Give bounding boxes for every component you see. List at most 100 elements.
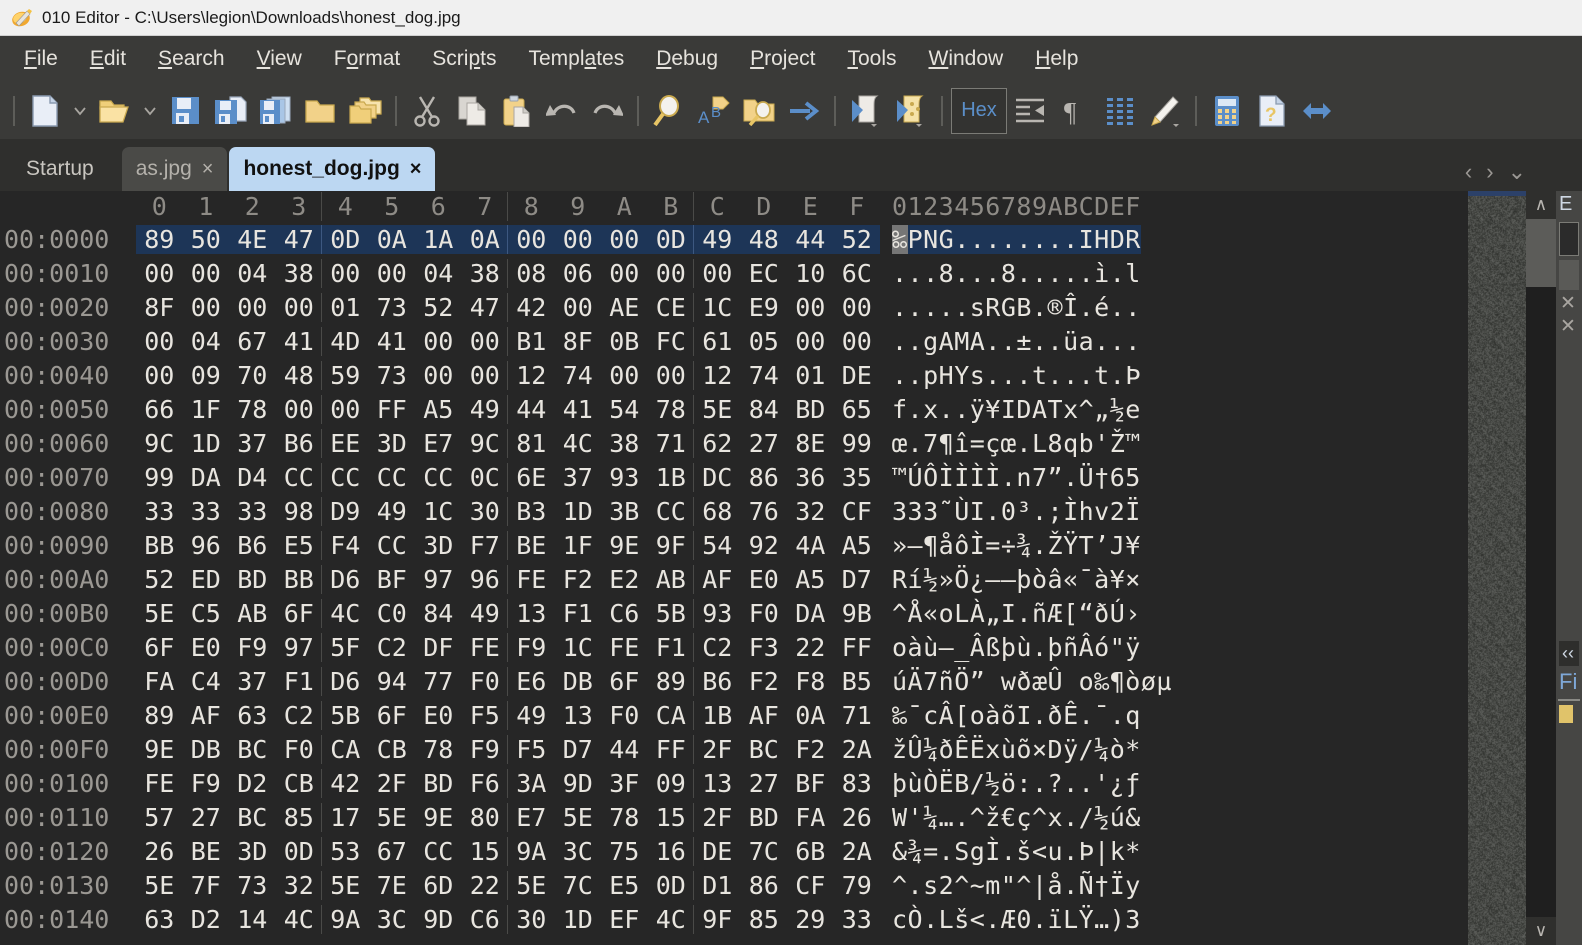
- hex-row[interactable]: 00:00F0 9E DB BC F0 CA CB 78 F9 F5 D7 44 FF 2F BC F2 2A ž…: [0, 732, 1466, 766]
- hex-byte[interactable]: 15: [462, 837, 509, 866]
- hex-byte[interactable]: 5E: [508, 871, 555, 900]
- row-ascii[interactable]: žÛ¼ðÊËxùõ×Dÿ/¼ò*: [892, 735, 1141, 764]
- hex-byte[interactable]: 09: [648, 769, 695, 798]
- hex-byte[interactable]: CC: [415, 837, 462, 866]
- hex-byte[interactable]: 80: [462, 803, 509, 832]
- hex-byte[interactable]: D7: [834, 565, 881, 594]
- hex-byte[interactable]: F0: [276, 735, 323, 764]
- hex-byte[interactable]: 89: [136, 225, 183, 254]
- hex-byte[interactable]: 00: [415, 327, 462, 356]
- hex-byte[interactable]: F1: [555, 599, 602, 628]
- hex-byte[interactable]: 5B: [648, 599, 695, 628]
- hex-byte[interactable]: FE: [508, 565, 555, 594]
- hex-byte[interactable]: A5: [415, 395, 462, 424]
- hex-byte[interactable]: 04: [415, 259, 462, 288]
- hex-row[interactable]: 00:0090 BB 96 B6 E5 F4 CC 3D F7 BE 1F 9E 9F 54 92 4A A5 »…: [0, 528, 1466, 562]
- columns-icon[interactable]: [1098, 88, 1142, 134]
- replace-icon[interactable]: AB: [692, 88, 736, 134]
- hex-byte[interactable]: 38: [276, 259, 323, 288]
- hex-byte[interactable]: F2: [555, 565, 602, 594]
- hex-byte[interactable]: CE: [648, 293, 695, 322]
- menu-tools[interactable]: Tools: [833, 43, 910, 75]
- hex-row-list[interactable]: 00:0000 89 50 4E 47 0D 0A 1A 0A 00 00 00 0D 49 48 44 52 ‰…: [0, 222, 1466, 936]
- hex-byte[interactable]: BD: [229, 565, 276, 594]
- hex-byte[interactable]: AB: [648, 565, 695, 594]
- hex-byte[interactable]: 9E: [415, 803, 462, 832]
- hex-byte[interactable]: E7: [415, 429, 462, 458]
- hex-byte[interactable]: 44: [601, 735, 648, 764]
- hex-byte[interactable]: 57: [136, 803, 183, 832]
- right-dock-field-secondary[interactable]: [1559, 260, 1579, 290]
- run-template-icon[interactable]: [889, 88, 933, 134]
- hex-byte[interactable]: BE: [508, 531, 555, 560]
- hex-byte[interactable]: 99: [136, 463, 183, 492]
- hex-byte[interactable]: F7: [462, 531, 509, 560]
- hex-byte[interactable]: 5E: [136, 599, 183, 628]
- hex-byte[interactable]: 22: [787, 633, 834, 662]
- hex-byte[interactable]: 1F: [555, 531, 602, 560]
- hex-byte[interactable]: 6E: [508, 463, 555, 492]
- hex-byte[interactable]: 71: [834, 701, 881, 730]
- copy-icon[interactable]: [450, 88, 494, 134]
- hex-byte[interactable]: F0: [601, 701, 648, 730]
- hex-byte[interactable]: F8: [787, 667, 834, 696]
- hex-byte[interactable]: 93: [694, 599, 741, 628]
- find-in-files-icon[interactable]: [737, 88, 781, 134]
- row-bytes[interactable]: 9E DB BC F0 CA CB 78 F9 F5 D7 44 FF 2F BC F2 2A: [136, 734, 881, 764]
- hex-byte[interactable]: 8F: [136, 293, 183, 322]
- hex-byte[interactable]: 3A: [508, 769, 555, 798]
- hex-byte[interactable]: 41: [555, 395, 602, 424]
- hex-byte[interactable]: 62: [694, 429, 741, 458]
- open-folder-icon[interactable]: [298, 88, 342, 134]
- hex-byte[interactable]: 00: [322, 259, 369, 288]
- hex-byte[interactable]: 00: [648, 361, 695, 390]
- undo-icon[interactable]: [540, 88, 584, 134]
- hex-byte[interactable]: 0B: [601, 327, 648, 356]
- row-ascii[interactable]: ‰PNG........IHDR: [892, 224, 1141, 254]
- hex-byte[interactable]: 41: [276, 327, 323, 356]
- hex-byte[interactable]: C2: [276, 701, 323, 730]
- hex-byte[interactable]: FE: [601, 633, 648, 662]
- row-bytes[interactable]: FE F9 D2 CB 42 2F BD F6 3A 9D 3F 09 13 27 BF 83: [136, 768, 880, 798]
- hex-byte[interactable]: 54: [601, 395, 648, 424]
- hex-byte[interactable]: 79: [834, 871, 881, 900]
- hex-byte[interactable]: 41: [369, 327, 416, 356]
- scrollbar-thumb[interactable]: [1526, 219, 1556, 287]
- hex-byte[interactable]: 00: [462, 327, 509, 356]
- hex-byte[interactable]: 00: [229, 293, 276, 322]
- hex-byte[interactable]: 00: [322, 395, 369, 424]
- hex-byte[interactable]: 97: [415, 565, 462, 594]
- menu-edit[interactable]: Edit: [76, 43, 140, 75]
- scroll-up-icon[interactable]: ∧: [1526, 191, 1556, 219]
- row-bytes[interactable]: BB 96 B6 E5 F4 CC 3D F7 BE 1F 9E 9F 54 92 4A A5: [136, 530, 880, 560]
- hex-byte[interactable]: 27: [183, 803, 230, 832]
- row-ascii[interactable]: œ.7¶î=çœ.L8qb'Ž™: [892, 429, 1141, 458]
- hex-byte[interactable]: 7E: [369, 871, 416, 900]
- hex-byte[interactable]: EF: [601, 905, 648, 934]
- hex-byte[interactable]: FE: [462, 633, 509, 662]
- hex-byte[interactable]: 12: [694, 361, 741, 390]
- hex-byte[interactable]: 70: [229, 361, 276, 390]
- hex-byte[interactable]: 15: [648, 803, 695, 832]
- hex-byte[interactable]: 84: [415, 599, 462, 628]
- hex-byte[interactable]: 73: [369, 293, 416, 322]
- close-icon[interactable]: ×: [202, 158, 214, 181]
- hex-byte[interactable]: 0D: [648, 225, 695, 254]
- hex-byte[interactable]: 78: [601, 803, 648, 832]
- hex-byte[interactable]: 2A: [834, 735, 881, 764]
- hex-byte[interactable]: 49: [462, 395, 509, 424]
- hex-row[interactable]: 00:0130 5E 7F 73 32 5E 7E 6D 22 5E 7C E5 0D D1 86 CF 79 ^…: [0, 868, 1466, 902]
- hex-byte[interactable]: 27: [741, 769, 788, 798]
- row-ascii[interactable]: cÒ.Lš<.Æ0.ïLŸ…)3: [892, 905, 1141, 934]
- open-file-dropdown-icon[interactable]: [138, 88, 162, 134]
- hex-byte[interactable]: F2: [787, 735, 834, 764]
- save-icon[interactable]: [163, 88, 207, 134]
- hex-byte[interactable]: 17: [322, 803, 369, 832]
- hex-byte[interactable]: 42: [508, 293, 555, 322]
- row-ascii[interactable]: W'¼….^ž€ç^x./½ú&: [892, 803, 1141, 832]
- hex-byte[interactable]: FA: [787, 803, 834, 832]
- hex-byte[interactable]: 13: [694, 769, 741, 798]
- hex-byte[interactable]: C2: [369, 633, 416, 662]
- hex-byte[interactable]: 49: [508, 701, 555, 730]
- hex-byte[interactable]: 77: [415, 667, 462, 696]
